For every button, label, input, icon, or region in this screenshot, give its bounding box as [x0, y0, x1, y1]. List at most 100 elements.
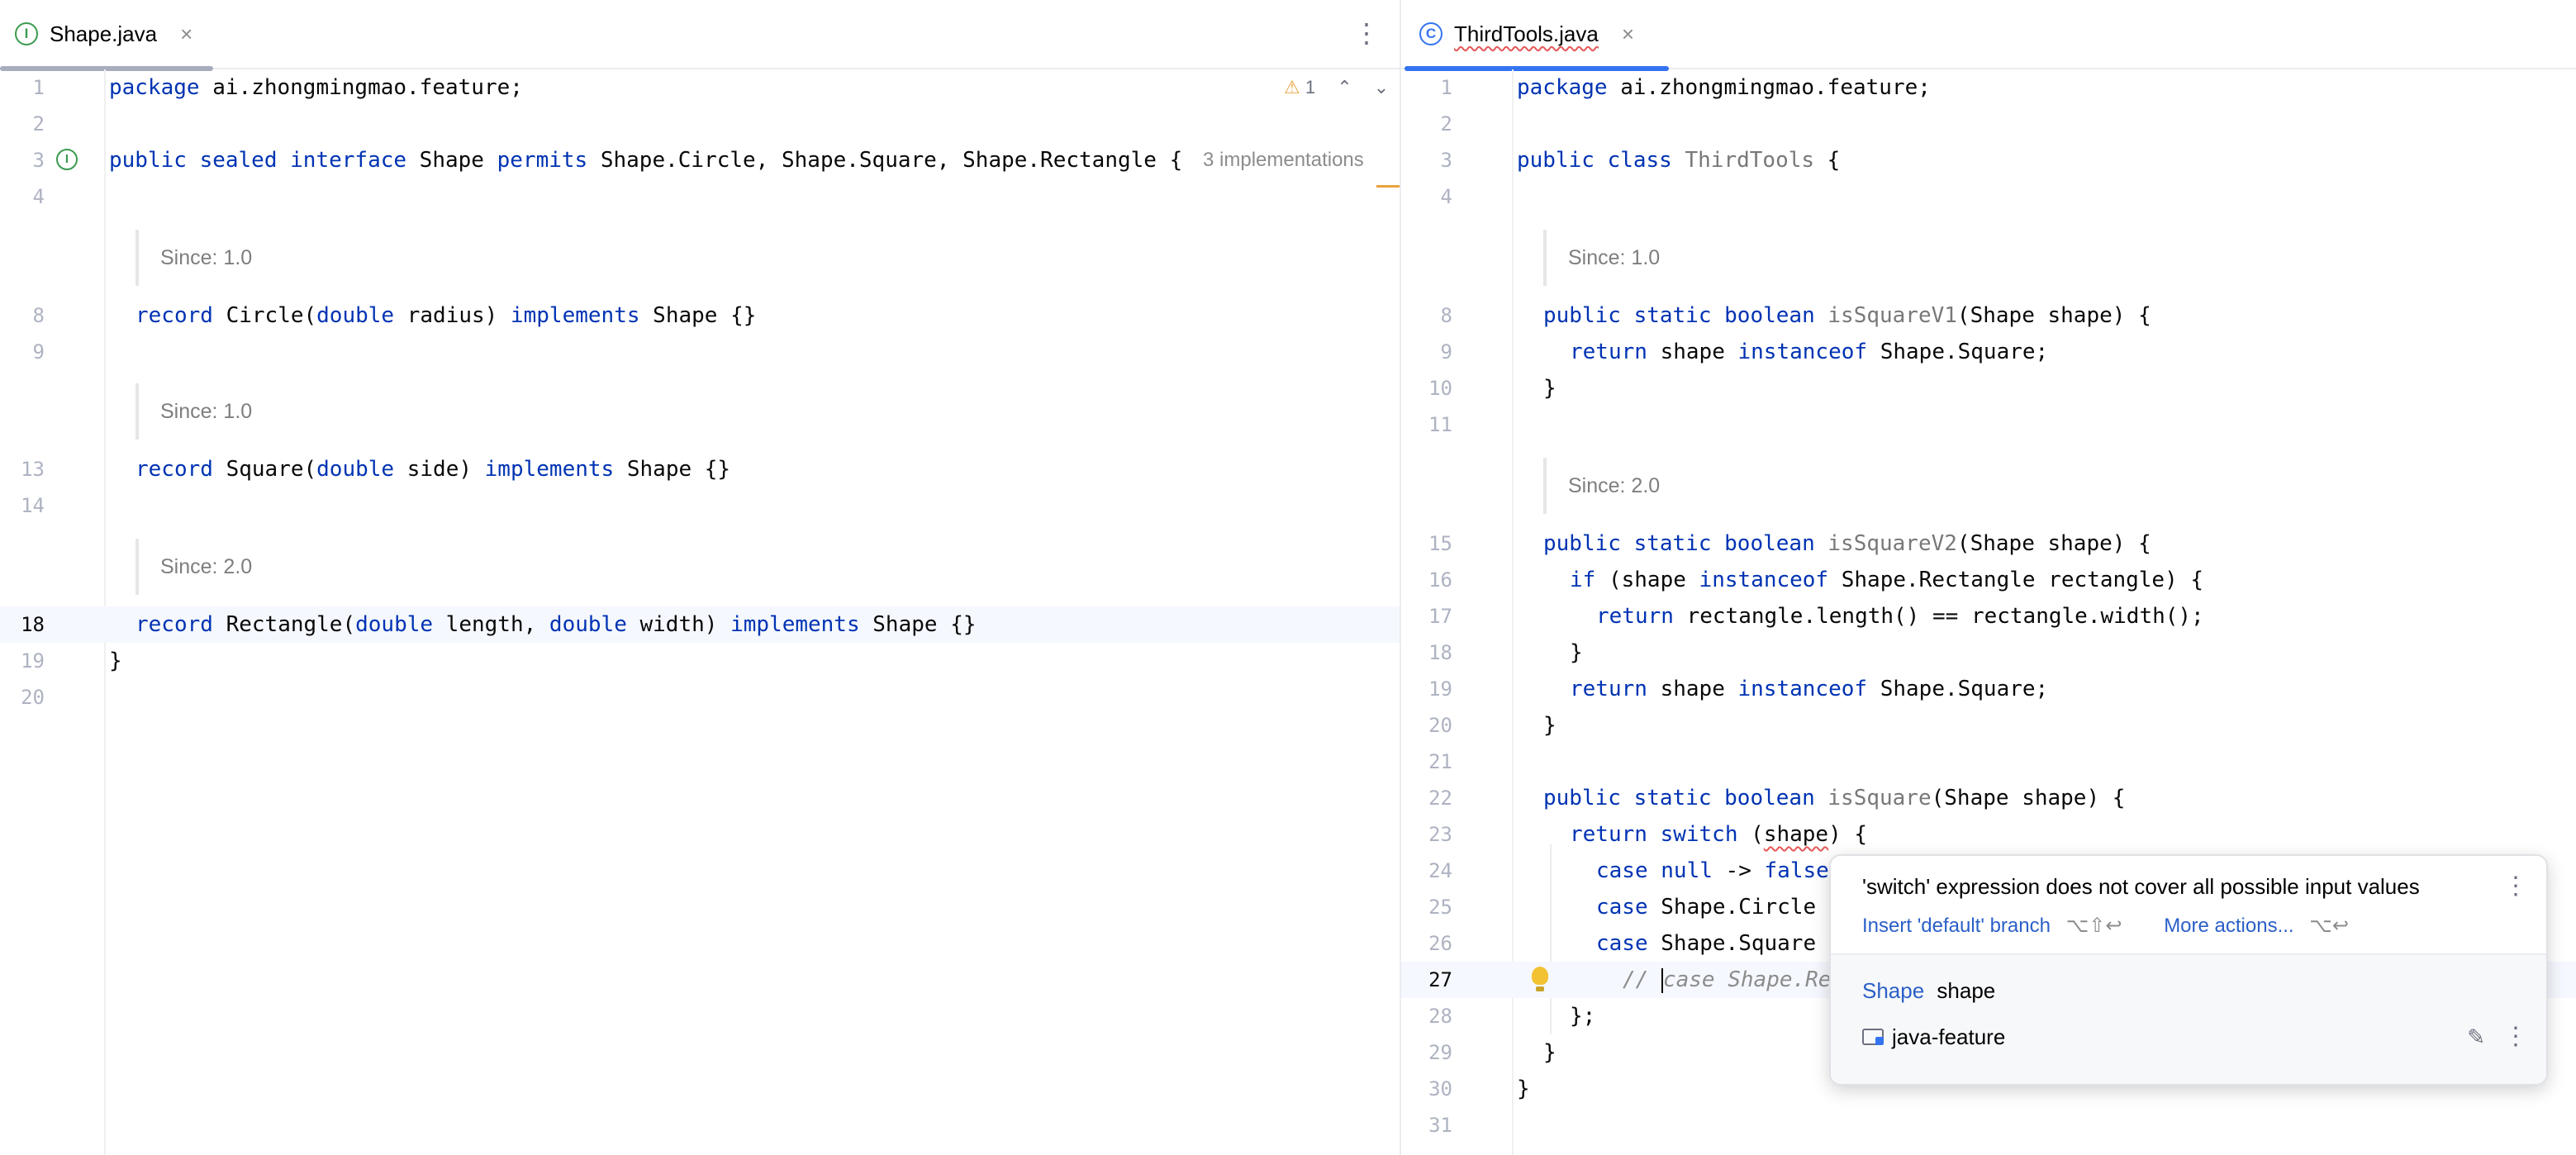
code-text: public static boolean isSquareV2(Shape s…: [1543, 531, 2151, 556]
code-line[interactable]: 20 }: [1401, 707, 2576, 744]
lightbulb-icon[interactable]: [1532, 967, 1548, 985]
code-text: public sealed interface Shape permits Sh…: [109, 148, 1183, 173]
symbol-name: shape: [1937, 978, 1996, 1003]
line-number: 20: [21, 686, 45, 709]
code-line[interactable]: 11: [1401, 406, 2576, 443]
more-options-icon[interactable]: ⋮: [2503, 872, 2528, 901]
line-number: 30: [1428, 1077, 1452, 1100]
code-line[interactable]: 21: [1401, 744, 2576, 780]
line-number: 19: [1428, 677, 1452, 701]
line-number: 3: [32, 149, 45, 172]
module-name: java-feature: [1892, 1024, 2006, 1049]
code-line[interactable]: 4: [0, 178, 1400, 215]
more-actions-link[interactable]: More actions...: [2164, 915, 2293, 937]
code-text: }: [1543, 1040, 1557, 1065]
code-text: // case Shape.Re: [1623, 967, 1832, 993]
close-icon[interactable]: ×: [180, 21, 192, 47]
line-number: 9: [1440, 340, 1452, 364]
line-number: 4: [1440, 185, 1452, 208]
line-number: 13: [21, 458, 45, 481]
tab-label: ThirdTools.java: [1454, 21, 1599, 46]
lightbulb-base: [1536, 986, 1544, 991]
symbol-type[interactable]: Shape: [1862, 978, 1924, 1003]
implementations-inlay-hint[interactable]: 3 implementations: [1203, 142, 1364, 178]
line-number: 8: [1440, 304, 1452, 327]
line-number: 11: [1428, 413, 1452, 436]
class-icon: C: [1419, 22, 1442, 45]
code-line[interactable]: 8 public static boolean isSquareV1(Shape…: [1401, 297, 2576, 334]
interface-icon: I: [15, 22, 38, 45]
line-number: 22: [1428, 787, 1452, 810]
code-line[interactable]: 14: [0, 487, 1400, 524]
line-number: 4: [32, 185, 45, 208]
doc-comment: Since: 1.0: [1543, 230, 1660, 286]
code-line[interactable]: 22 public static boolean isSquare(Shape …: [1401, 780, 2576, 816]
more-options-icon[interactable]: ⋮: [2503, 1023, 2528, 1051]
tab-shape-java[interactable]: I Shape.java ×: [0, 0, 213, 71]
line-number: 1: [32, 76, 45, 99]
code-line[interactable]: 2: [0, 106, 1400, 142]
code-text: package ai.zhongmingmao.feature;: [1517, 75, 1931, 100]
line-number: 27: [1428, 968, 1452, 991]
fix-shortcut: ⌥⇧↩: [2065, 915, 2122, 937]
tab-thirdtools-java[interactable]: C ThirdTools.java ×: [1404, 0, 1669, 71]
close-icon[interactable]: ×: [1622, 21, 1634, 47]
code-text: if (shape instanceof Shape.Rectangle rec…: [1570, 568, 2204, 592]
code-text: }: [1570, 640, 1583, 665]
code-line[interactable]: 1 package ai.zhongmingmao.feature; ⚠ 1 ⌃…: [0, 69, 1400, 106]
code-line[interactable]: 4: [1401, 178, 2576, 215]
code-line[interactable]: 1 package ai.zhongmingmao.feature;: [1401, 69, 2576, 106]
line-number: 2: [32, 112, 45, 135]
code-line[interactable]: 19 }: [0, 643, 1400, 679]
code-line[interactable]: 18 }: [1401, 635, 2576, 671]
doc-comment: Since: 2.0: [1543, 458, 1660, 514]
code-line[interactable]: 2: [1401, 106, 2576, 142]
implemented-gutter-icon[interactable]: I: [56, 149, 78, 170]
line-number: 1: [1440, 76, 1452, 99]
code-line[interactable]: 3 I public sealed interface Shape permit…: [0, 142, 1400, 178]
code-text: }: [1543, 713, 1557, 738]
code-line[interactable]: 31: [1401, 1107, 2576, 1143]
code-line[interactable]: 13 record Square(double side) implements…: [0, 451, 1400, 487]
inspection-message: 'switch' expression does not cover all p…: [1862, 874, 2420, 899]
line-number: 24: [1428, 859, 1452, 882]
code-line[interactable]: 3 public class ThirdTools {: [1401, 142, 2576, 178]
insert-default-branch-link[interactable]: Insert 'default' branch: [1862, 915, 2051, 937]
popup-problem-section: 'switch' expression does not cover all p…: [1831, 856, 2546, 953]
code-text: }: [109, 649, 122, 673]
code-line[interactable]: 16 if (shape instanceof Shape.Rectangle …: [1401, 562, 2576, 598]
code-text: public static boolean isSquare(Shape sha…: [1543, 786, 2126, 810]
line-number: 2: [1440, 112, 1452, 135]
code-text: case Shape.Circle: [1596, 895, 1817, 920]
line-number: 18: [21, 613, 45, 636]
line-number: 21: [1428, 750, 1452, 773]
code-line[interactable]: 10 }: [1401, 370, 2576, 406]
line-number: 17: [1428, 605, 1452, 628]
right-tab-bar: C ThirdTools.java ×: [1401, 0, 2576, 71]
chevron-up-icon[interactable]: ⌃: [1337, 77, 1352, 97]
code-line[interactable]: 8 record Circle(double radius) implement…: [0, 297, 1400, 334]
code-line-current[interactable]: 18 record Rectangle(double length, doubl…: [0, 606, 1400, 643]
code-line[interactable]: 23 return switch (shape) {: [1401, 816, 2576, 853]
inspection-popup: 'switch' expression does not cover all p…: [1829, 854, 2548, 1086]
chevron-down-icon[interactable]: ⌄: [1374, 77, 1389, 97]
code-line[interactable]: 15 public static boolean isSquareV2(Shap…: [1401, 525, 2576, 562]
error-highlight: shape: [1763, 822, 1829, 847]
tab-label: Shape.java: [50, 21, 158, 46]
more-options-icon[interactable]: ⋮: [1353, 20, 1380, 46]
symbol-info: Shape shape: [1862, 977, 1995, 1005]
code-text: public class ThirdTools {: [1517, 148, 1841, 173]
more-actions-shortcut: ⌥↩: [2309, 915, 2350, 937]
code-line[interactable]: 9 return shape instanceof Shape.Square;: [1401, 334, 2576, 370]
code-line[interactable]: 20: [0, 679, 1400, 715]
line-number: 8: [32, 304, 45, 327]
code-line[interactable]: 9: [0, 334, 1400, 370]
edit-icon[interactable]: ✎: [2467, 1023, 2485, 1051]
scrollbar-marker: [1376, 185, 1400, 188]
quick-fix-row: Insert 'default' branch ⌥⇧↩ More actions…: [1862, 912, 2349, 940]
warning-indicator[interactable]: ⚠ 1 ⌃ ⌄: [1284, 69, 1389, 106]
code-line[interactable]: 17 return rectangle.length() == rectangl…: [1401, 598, 2576, 635]
code-text: record Circle(double radius) implements …: [135, 303, 757, 328]
code-text: return shape instanceof Shape.Square;: [1570, 677, 2049, 701]
code-line[interactable]: 19 return shape instanceof Shape.Square;: [1401, 671, 2576, 707]
